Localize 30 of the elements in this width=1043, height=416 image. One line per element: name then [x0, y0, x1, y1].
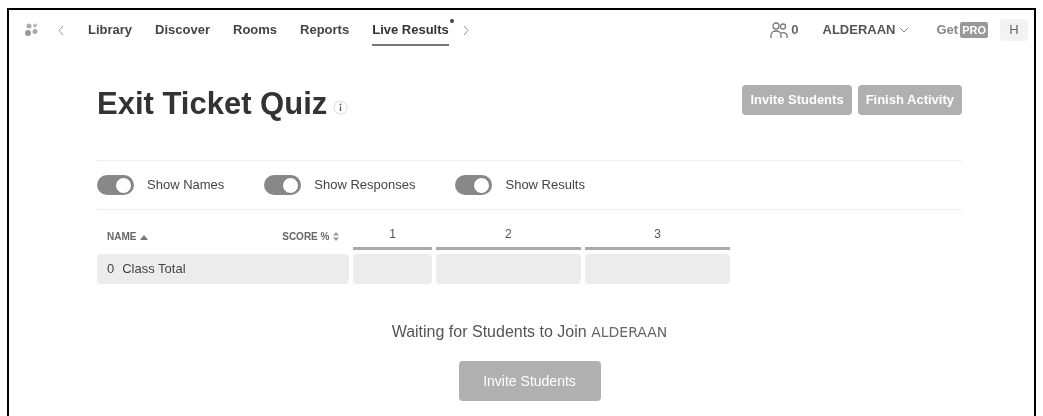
room-dropdown[interactable]: ALDERAAN	[822, 20, 910, 40]
student-count: 0	[107, 260, 115, 279]
toggle-label: Show Names	[147, 176, 225, 195]
nav-tab[interactable]: Live Results	[372, 14, 449, 46]
column-header[interactable]: SCORE %	[282, 229, 340, 244]
toggle-switch[interactable]	[97, 175, 134, 195]
student-count: 0	[791, 21, 799, 40]
caret-icon	[899, 27, 910, 33]
chevron-right-icon[interactable]	[462, 24, 469, 36]
nav-tab[interactable]: Reports	[300, 14, 350, 46]
toggle-switch[interactable]	[455, 175, 493, 195]
info-icon[interactable]	[333, 99, 349, 115]
get-label[interactable]: Get	[936, 20, 959, 40]
page-title: Exit Ticket Quiz	[97, 84, 328, 123]
chevron-left-icon[interactable]	[58, 24, 64, 36]
logo-icon[interactable]	[25, 23, 39, 37]
column-header[interactable]: NAME	[107, 229, 149, 244]
waiting-message: Waiting for Students to Join ALDERAAN	[391, 322, 668, 342]
toggle-switch[interactable]	[264, 175, 302, 195]
question-column-header: 1	[353, 225, 432, 250]
question-column-header: 2	[435, 225, 581, 250]
nav-tab[interactable]: Library	[88, 14, 133, 46]
avatar-button[interactable]: H	[1000, 19, 1028, 41]
toggle-label: Show Responses	[314, 176, 416, 195]
row-name: Class Total	[122, 260, 186, 279]
nav-tab[interactable]: Rooms	[233, 14, 278, 46]
people-icon	[770, 22, 789, 38]
nav-tab[interactable]: Discover	[155, 14, 210, 46]
question-column-header: 3	[584, 225, 730, 250]
toggle-label: Show Results	[505, 176, 585, 195]
